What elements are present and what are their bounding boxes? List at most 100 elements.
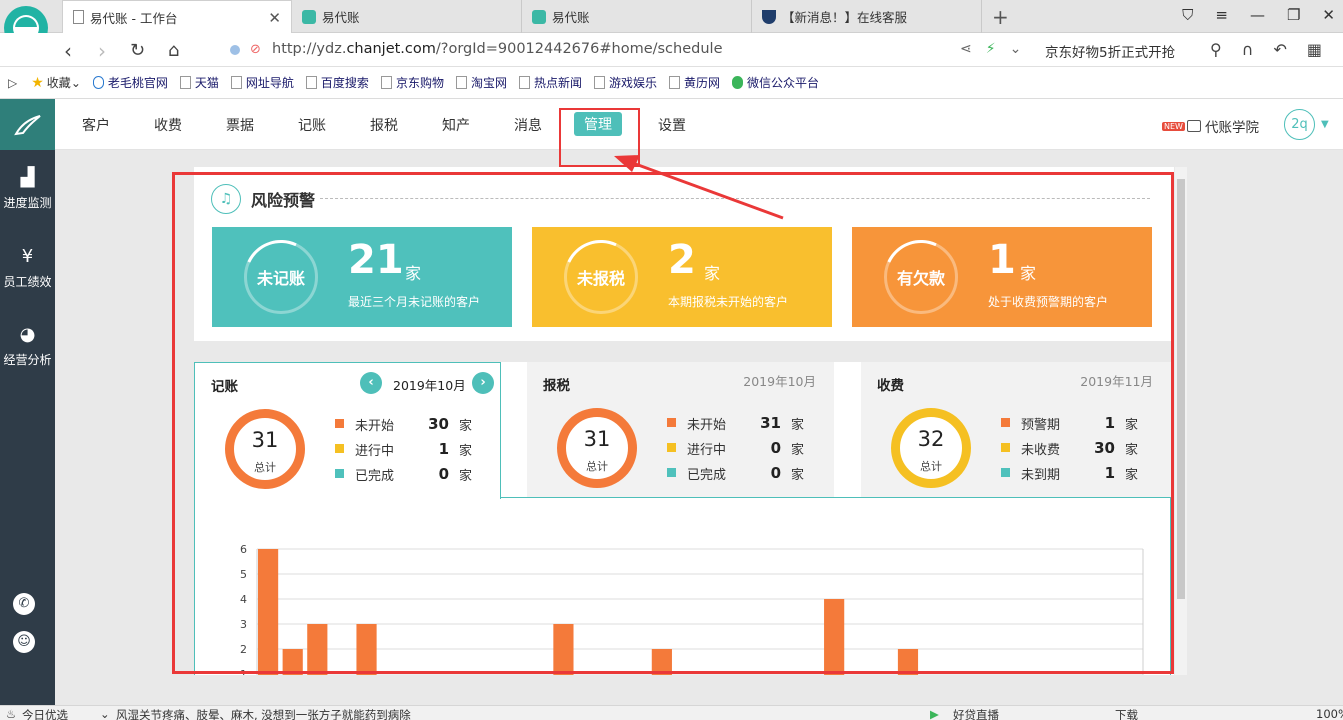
tab-workbench[interactable]: 易代账 - 工作台 ✕ — [62, 0, 292, 33]
share-icon[interactable]: ⋖ — [960, 41, 972, 57]
address-actions: ⋖ ⚡ ⌄ — [960, 41, 1021, 57]
minimize-icon[interactable]: — — [1250, 6, 1265, 24]
window-controls: ⛉ ≡ — ❐ ✕ — [1182, 6, 1335, 24]
globe-icon — [92, 76, 104, 89]
bookmark-item[interactable]: 天猫 — [179, 74, 219, 91]
page-icon — [669, 76, 680, 89]
sidebar-toggle-icon[interactable]: ▷ — [8, 76, 17, 90]
url-field[interactable]: http://ydz.chanjet.com/?orgId=9001244267… — [272, 41, 723, 57]
bookmark-item[interactable]: 游戏娱乐 — [593, 74, 657, 91]
wechat-icon — [732, 76, 744, 89]
tab-yidaizhang-2[interactable]: 易代账 — [522, 0, 752, 33]
tab-title: 易代账 — [552, 10, 590, 25]
close-window-icon[interactable]: ✕ — [1322, 6, 1335, 24]
status-zoom[interactable]: 100% — [1316, 707, 1343, 720]
page-icon — [455, 76, 467, 89]
chevron-down-icon[interactable]: ▼ — [1321, 119, 1329, 130]
scrollbar[interactable] — [1175, 167, 1187, 675]
video-icon — [1186, 120, 1201, 132]
sidebar-item-analysis[interactable]: ◕ 经营分析 — [0, 324, 55, 368]
browser-tools: ⚲ ∩ ↶ ▦ — [1210, 40, 1322, 59]
lightning-icon[interactable]: ⚡ — [986, 41, 996, 57]
stat-card-bookkeeping[interactable]: 记账 ‹ 2019年10月 › 31 总计 未开始 30 家 进行中 1 家 已完成 0 家 — [194, 362, 501, 499]
back-icon[interactable]: ‹ — [64, 39, 72, 63]
shirt-icon[interactable]: ⛉ — [1182, 6, 1193, 24]
new-badge: NEW — [1162, 121, 1185, 131]
forward-icon[interactable]: › — [98, 39, 106, 63]
tab-title: 易代账 - 工作台 — [90, 10, 178, 26]
nav-customers[interactable]: 客户 — [82, 115, 110, 135]
page-icon — [380, 76, 392, 89]
scrollbar-thumb[interactable] — [1177, 179, 1185, 599]
status-news[interactable]: 风湿关节疼痛、肢晕、麻木, 没想到一张方子就能药到病除 — [116, 707, 411, 720]
star-icon: ★ — [31, 74, 44, 91]
sidebar-item-progress[interactable]: ▟ 进度监测 — [0, 167, 55, 211]
new-tab-icon[interactable]: + — [992, 5, 1009, 29]
status-live[interactable]: 好贷直播 — [953, 707, 999, 720]
feather-icon — [13, 114, 41, 135]
bookmark-item[interactable]: 网址导航 — [230, 74, 294, 91]
nav-invoices[interactable]: 票据 — [226, 115, 254, 135]
leaf-icon — [532, 9, 546, 24]
prev-month-button[interactable]: ‹ — [360, 372, 382, 394]
donut-chart: 31 总计 — [225, 409, 305, 489]
menu-icon[interactable]: ≡ — [1215, 6, 1228, 24]
next-month-button[interactable]: › — [472, 372, 494, 394]
nav-tax[interactable]: 报税 — [370, 115, 398, 135]
home-icon[interactable]: ⌂ — [168, 40, 179, 61]
month-label: 2019年10月 — [393, 378, 466, 393]
avatar[interactable]: 2q — [1284, 109, 1315, 140]
page-icon — [593, 76, 605, 89]
undo-icon[interactable]: ↶ — [1273, 40, 1286, 59]
nav-fees[interactable]: 收费 — [154, 115, 182, 135]
support-icon[interactable]: ☺ — [13, 631, 35, 653]
bookmark-favorites[interactable]: ★ 收藏 ⌄ — [31, 74, 81, 91]
certificate-icon: ⊘ — [250, 42, 261, 57]
sidebar-item-performance[interactable]: ¥ 员工绩效 — [0, 246, 55, 290]
tab-yidaizhang-1[interactable]: 易代账 — [292, 0, 522, 33]
shield-icon — [762, 9, 776, 24]
page-icon — [230, 76, 242, 89]
bar-chart-icon: ▟ — [20, 167, 35, 188]
status-left[interactable]: 今日优选 — [22, 707, 68, 720]
status-download[interactable]: 下载 — [1115, 707, 1138, 720]
bookmark-item[interactable]: 微信公众平台 — [732, 74, 819, 91]
top-nav: 客户 收费 票据 记账 报税 知产 消息 管理 设置 NEW 代账学院 2q ▼ — [55, 99, 1343, 150]
nav-settings[interactable]: 设置 — [658, 115, 686, 135]
bookmark-item[interactable]: 黄历网 — [669, 74, 720, 91]
nav-bookkeeping[interactable]: 记账 — [298, 115, 326, 135]
restore-icon[interactable]: ❐ — [1287, 6, 1300, 24]
bookmark-item[interactable]: 京东购物 — [380, 74, 444, 91]
phone-icon[interactable]: ✆ — [13, 593, 35, 615]
browser-tab-bar: 易代账 - 工作台 ✕ 易代账 易代账 【新消息！】在线客服 + ⛉ ≡ — ❐… — [0, 0, 1343, 56]
page-icon — [73, 10, 84, 24]
app-logo-icon[interactable] — [0, 99, 55, 150]
close-icon[interactable]: ✕ — [268, 9, 281, 27]
bookmarks-bar: ▷ ★ 收藏 ⌄ 老毛桃官网 天猫 网址导航 百度搜索 京东购物 淘宝网 热点新闻… — [0, 67, 1343, 99]
live-icon: ▶ — [930, 707, 939, 720]
bookmark-item[interactable]: 百度搜索 — [305, 74, 369, 91]
tab-title: 易代账 — [322, 10, 360, 25]
chevron-down-icon[interactable]: ⌄ — [1010, 41, 1022, 57]
search-icon[interactable]: ⚲ — [1210, 40, 1222, 59]
nav-messages[interactable]: 消息 — [514, 115, 542, 135]
page-icon — [518, 76, 530, 89]
page-icon — [305, 76, 317, 89]
page-icon — [179, 76, 191, 89]
academy-link[interactable]: NEW 代账学院 — [1162, 116, 1259, 136]
reload-icon[interactable]: ↻ — [130, 40, 145, 61]
bookmark-item[interactable]: 热点新闻 — [518, 74, 582, 91]
address-bar: ‹ › ↻ ⌂ ⊘ http://ydz.chanjet.com/?orgId=… — [0, 33, 1343, 67]
annotation-arrow — [614, 155, 784, 220]
tab-online-service[interactable]: 【新消息！】在线客服 — [752, 0, 982, 33]
search-hint[interactable]: 京东好物5折正式开抢 — [1045, 41, 1175, 61]
bookmark-item[interactable]: 老毛桃官网 — [92, 74, 168, 91]
pie-chart-icon: ◕ — [19, 324, 36, 345]
headset-icon[interactable]: ∩ — [1242, 40, 1254, 59]
bookmark-item[interactable]: 淘宝网 — [455, 74, 507, 91]
yen-doc-icon: ¥ — [21, 246, 34, 267]
flame-icon: ♨ — [6, 707, 17, 720]
nav-ip[interactable]: 知产 — [442, 115, 470, 135]
grid-icon[interactable]: ▦ — [1307, 40, 1322, 59]
tab-title: 【新消息！】在线客服 — [782, 10, 908, 25]
